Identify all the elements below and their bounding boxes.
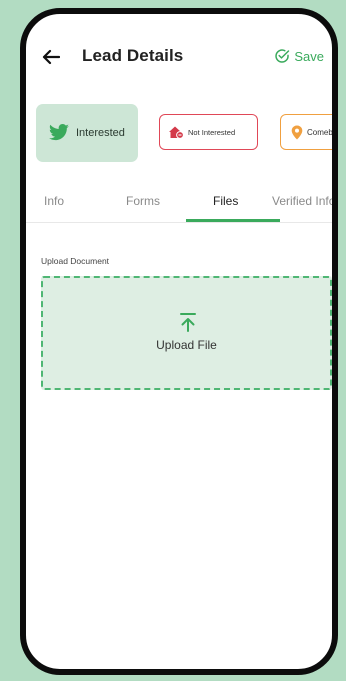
tab-forms[interactable]: Forms	[126, 194, 160, 208]
phone-frame: Lead Details Save Interested Not Interes…	[20, 8, 338, 675]
tab-bar: Info Forms Files Verified Info	[26, 186, 332, 223]
tab-info[interactable]: Info	[44, 194, 64, 208]
tab-verified-info[interactable]: Verified Info	[272, 194, 332, 208]
status-chip-comeback[interactable]: Comeback	[280, 114, 338, 150]
save-button[interactable]: Save	[274, 48, 324, 64]
page-title: Lead Details	[82, 46, 184, 65]
status-chip-label: Not Interested	[188, 127, 236, 137]
back-button[interactable]	[38, 44, 64, 70]
upload-file-label: Upload File	[156, 338, 217, 352]
status-chip-interested[interactable]: Interested	[36, 104, 138, 162]
tab-files[interactable]: Files	[213, 194, 238, 208]
status-chip-not-interested[interactable]: Not Interested	[159, 114, 258, 150]
active-tab-indicator	[186, 219, 280, 222]
status-chip-label: Comeback	[307, 127, 338, 137]
upload-file-dropzone[interactable]: Upload File	[41, 276, 332, 390]
app-header: Lead Details Save	[26, 14, 332, 96]
arrow-left-icon	[42, 49, 60, 65]
status-chip-row: Interested Not Interested Comeback	[36, 104, 338, 162]
upload-section-label: Upload Document	[41, 256, 110, 266]
upload-arrow-icon	[180, 313, 196, 332]
location-pin-icon	[291, 125, 303, 139]
save-label: Save	[294, 48, 324, 64]
app-screen: Lead Details Save Interested Not Interes…	[26, 14, 332, 669]
house-icon	[169, 126, 184, 139]
check-circle-icon	[274, 48, 290, 64]
status-chip-label: Interested	[76, 127, 125, 139]
bird-icon	[49, 124, 69, 141]
